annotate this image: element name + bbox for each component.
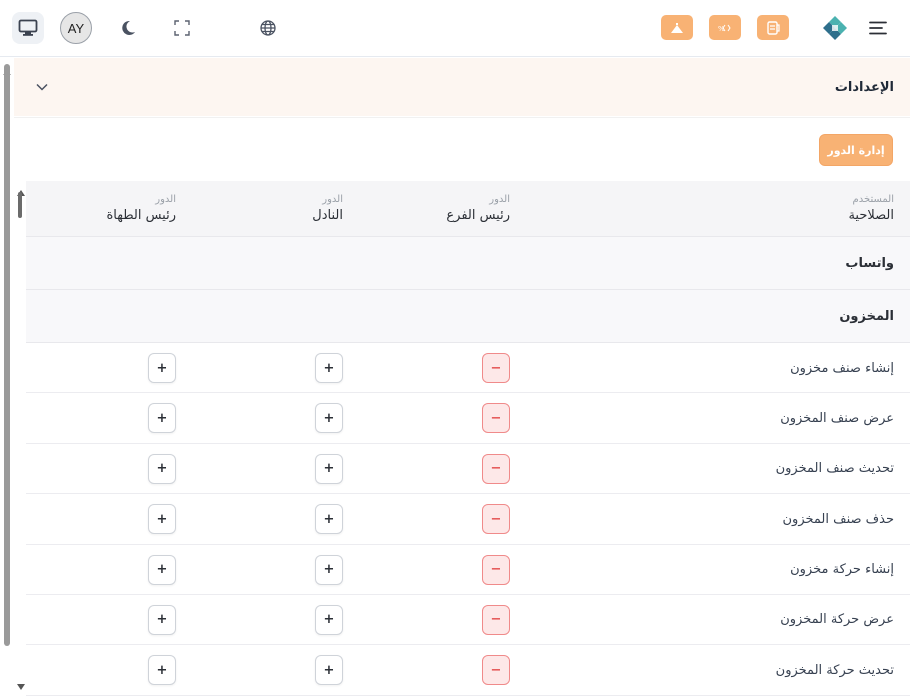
revoke-permission-button[interactable]: − <box>482 554 510 585</box>
grant-permission-button[interactable]: + <box>148 655 176 686</box>
revoke-permission-button[interactable]: − <box>482 403 510 434</box>
permission-label: حذف صنف المخزون <box>782 511 895 527</box>
header-role-2: الدور النادل <box>312 193 343 226</box>
permission-label: إنشاء حركة مخزون <box>790 562 894 578</box>
header-role-sub: الدور <box>489 194 510 205</box>
globe-icon[interactable] <box>254 12 282 44</box>
table-row: تحديث صنف المخزون − + + <box>26 443 910 495</box>
monitor-icon[interactable] <box>12 12 44 44</box>
permission-label: عرض صنف المخزون <box>780 410 894 426</box>
header-permission-sub: المستخدم <box>852 194 894 205</box>
table-row: عرض صنف المخزون − + + <box>26 393 910 444</box>
group-label: المخزون <box>839 309 894 324</box>
menu-icon[interactable] <box>864 12 892 44</box>
header-permission-main: الصلاحية <box>848 208 894 223</box>
revoke-permission-button[interactable]: − <box>482 353 510 383</box>
grant-permission-button[interactable]: + <box>148 453 176 484</box>
table-row: تحديث حركة المخزون − + + <box>26 645 910 696</box>
header-role-name: رئيس الفرع <box>446 208 510 223</box>
home-icon[interactable] <box>661 15 693 40</box>
top-bar: AY % <box>0 0 910 57</box>
grant-permission-button[interactable]: + <box>315 453 343 484</box>
document-icon[interactable] <box>757 15 789 40</box>
revoke-permission-button[interactable]: − <box>482 453 510 484</box>
grant-permission-button[interactable]: + <box>148 353 176 383</box>
permission-label: تحديث صنف المخزون <box>775 461 894 477</box>
permission-label: إنشاء صنف مخزون <box>790 360 894 376</box>
settings-accordion-header[interactable]: الإعدادات <box>14 58 910 116</box>
header-permission: المستخدم الصلاحية <box>848 193 894 226</box>
table-scrollbar-thumb[interactable] <box>18 192 22 218</box>
avatar[interactable]: AY <box>60 12 92 44</box>
permission-label: عرض حركة المخزون <box>780 612 894 628</box>
revoke-permission-button[interactable]: − <box>482 604 510 635</box>
table-header: المستخدم الصلاحية الدور رئيس الفرع الدور… <box>26 181 910 237</box>
header-role-3: الدور رئيس الطهاة <box>106 193 176 226</box>
revoke-permission-button[interactable]: − <box>482 504 510 535</box>
settings-title: الإعدادات <box>834 79 894 95</box>
table-row: إنشاء حركة مخزون − + + <box>26 544 910 595</box>
grant-permission-button[interactable]: + <box>148 403 176 434</box>
revoke-permission-button[interactable]: − <box>482 655 510 686</box>
group-label: واتساب <box>845 256 894 271</box>
page-scrollbar-thumb[interactable] <box>4 64 10 646</box>
grant-permission-button[interactable]: + <box>148 604 176 635</box>
table-row: حذف صنف المخزون − + + <box>26 494 910 545</box>
table-row: عرض حركة المخزون − + + <box>26 594 910 646</box>
permission-label: تحديث حركة المخزون <box>775 662 894 678</box>
logo-icon <box>818 12 852 44</box>
manage-roles-button[interactable]: إدارة الدور <box>819 134 893 166</box>
grant-permission-button[interactable]: + <box>148 504 176 535</box>
grant-permission-button[interactable]: + <box>315 655 343 686</box>
header-role-sub: الدور <box>155 194 176 205</box>
header-role-sub: الدور <box>322 194 343 205</box>
permissions-table: المستخدم الصلاحية الدور رئيس الفرع الدور… <box>26 181 910 696</box>
header-role-1: الدور رئيس الفرع <box>446 193 510 226</box>
grant-permission-button[interactable]: + <box>315 554 343 585</box>
header-role-name: النادل <box>312 208 343 223</box>
code-icon[interactable]: % <box>709 15 741 40</box>
grant-permission-button[interactable]: + <box>315 403 343 434</box>
group-row-whatsapp: واتساب <box>26 237 910 290</box>
header-role-name: رئيس الطهاة <box>106 208 176 223</box>
grant-permission-button[interactable]: + <box>315 353 343 383</box>
table-row: إنشاء صنف مخزون − + + <box>26 343 910 394</box>
group-row-inventory: المخزون <box>26 290 910 343</box>
fullscreen-icon[interactable] <box>168 12 196 44</box>
table-scroll-up-arrow[interactable] <box>17 182 25 196</box>
chevron-down-icon[interactable] <box>36 80 50 94</box>
grant-permission-button[interactable]: + <box>315 604 343 635</box>
grant-permission-button[interactable]: + <box>315 504 343 535</box>
table-scroll-down-arrow[interactable] <box>17 676 25 690</box>
moon-icon[interactable] <box>114 12 142 44</box>
grant-permission-button[interactable]: + <box>148 554 176 585</box>
